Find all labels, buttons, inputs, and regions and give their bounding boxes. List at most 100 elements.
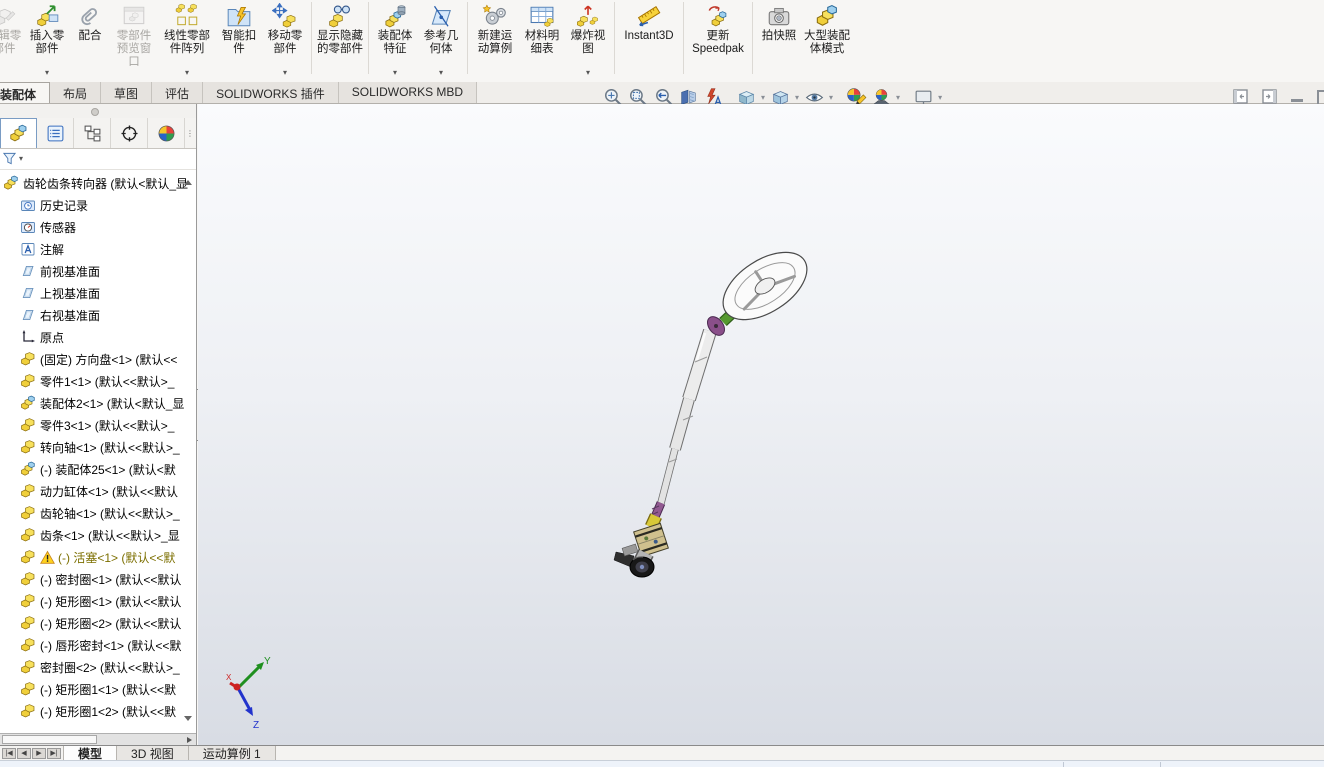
linear-pattern-icon	[174, 3, 200, 29]
tree-item-component[interactable]: (-) 矩形圈<1> (默认<<默认	[0, 590, 196, 612]
graphics-viewport[interactable]: Y Z X	[198, 104, 1324, 745]
part-icon	[20, 549, 36, 565]
nav-last-icon[interactable]: ▶|	[47, 748, 61, 759]
ribbon-button-take-snapshot[interactable]: 拍快照	[756, 0, 802, 78]
ribbon-button-large-assembly-mode[interactable]: 大型装配体模式	[802, 0, 852, 78]
tree-item-component[interactable]: (-) 矩形圈1<1> (默认<<默	[0, 678, 196, 700]
tree-horizontal-scrollbar[interactable]	[0, 733, 196, 745]
tree-item-component[interactable]: 转向轴<1> (默认<<默认>_	[0, 436, 196, 458]
dropdown-arrow-icon[interactable]: ▾	[938, 93, 942, 102]
tree-item-top-plane[interactable]: 上视基准面	[0, 282, 196, 304]
tree-item-component[interactable]: 齿条<1> (默认<<默认>_显	[0, 524, 196, 546]
ribbon-button-show-hidden-components[interactable]: 显示隐藏的零部件	[315, 0, 365, 78]
restore-icon[interactable]	[1317, 90, 1324, 104]
exploded-view-icon	[575, 3, 601, 29]
nav-first-icon[interactable]: |◀	[2, 748, 16, 759]
tab-model[interactable]: 模型	[63, 746, 117, 760]
grip-dot-icon	[91, 108, 99, 116]
plane-icon	[20, 307, 36, 323]
ribbon-button-smart-fasteners[interactable]: 智能扣件	[216, 0, 262, 78]
tab-featuremanager-tree[interactable]	[0, 118, 37, 148]
tree-item-component[interactable]: 齿轮轴<1> (默认<<默认>_	[0, 502, 196, 524]
tree-scroll-down-icon[interactable]	[184, 716, 192, 721]
ribbon-button-exploded-view[interactable]: 爆炸视图	[565, 0, 611, 78]
tab-dimxpertmanager[interactable]	[111, 118, 148, 148]
minimize-icon[interactable]	[1291, 99, 1303, 102]
flyout-arrow-icon[interactable]	[185, 69, 189, 77]
ribbon-button-insert-component[interactable]: 插入零部件	[24, 0, 70, 78]
filter-funnel-icon[interactable]	[2, 151, 17, 166]
ribbon-button-linear-component-pattern[interactable]: 线性零部件阵列	[158, 0, 216, 78]
scrollbar-thumb[interactable]	[2, 735, 97, 744]
tree-scroll-up-icon[interactable]	[184, 180, 192, 185]
tab-solidworks-addins[interactable]: SOLIDWORKS 插件	[203, 82, 339, 103]
panel-grip[interactable]	[0, 104, 196, 119]
triad-z-label: Z	[253, 720, 259, 730]
configurationmanager-icon	[83, 124, 102, 143]
bottom-tab-bar: |◀ ◀ ▶ ▶| 模型 3D 视图 运动算例 1	[0, 745, 1324, 760]
dropdown-arrow-icon[interactable]: ▾	[896, 93, 900, 102]
flyout-arrow-icon[interactable]	[45, 69, 49, 77]
tab-motion-study-1[interactable]: 运动算例 1	[189, 746, 276, 760]
tree-item-component[interactable]: (-) 唇形密封<1> (默认<<默	[0, 634, 196, 656]
flyout-arrow-icon[interactable]	[283, 69, 287, 77]
ribbon-button-move-component[interactable]: 移动零部件	[262, 0, 308, 78]
manager-tab-overflow[interactable]: ⋮	[185, 118, 195, 148]
tree-item-component[interactable]: (-) 密封圈<1> (默认<<默认	[0, 568, 196, 590]
assembly-icon	[20, 395, 36, 411]
triad-x-label: X	[226, 673, 232, 682]
tree-item-component[interactable]: 零件1<1> (默认<<默认>_	[0, 370, 196, 392]
nav-next-icon[interactable]: ▶	[32, 748, 46, 759]
tree-item-component[interactable]: 动力缸体<1> (默认<<默认	[0, 480, 196, 502]
tree-item-component[interactable]: 零件3<1> (默认<<默认>_	[0, 414, 196, 436]
nav-prev-icon[interactable]: ◀	[17, 748, 31, 759]
flyout-arrow-icon[interactable]	[586, 69, 590, 77]
dropdown-arrow-icon[interactable]: ▾	[829, 93, 833, 102]
ribbon-button-bill-of-materials[interactable]: 材料明细表	[519, 0, 565, 78]
part-icon	[20, 483, 36, 499]
annotations-icon	[20, 241, 36, 257]
steering-assembly-model[interactable]	[198, 104, 1324, 745]
tree-item-component[interactable]: 密封圈<2> (默认<<默认>_	[0, 656, 196, 678]
ribbon-button-update-speedpak[interactable]: 更新Speedpak	[687, 0, 749, 78]
tree-item-subassembly[interactable]: (-) 装配体25<1> (默认<默	[0, 458, 196, 480]
ribbon-button-instant3d[interactable]: Instant3D	[618, 0, 680, 78]
tab-layout[interactable]: 布局	[50, 82, 101, 103]
tab-configurationmanager[interactable]	[74, 118, 111, 148]
tab-evaluate[interactable]: 评估	[152, 82, 203, 103]
tab-assembly[interactable]: 装配体	[0, 82, 50, 103]
tree-item-component[interactable]: (-) 矩形圈<2> (默认<<默认	[0, 612, 196, 634]
solidworks-window: 编辑零部件 插入零部件 配合 零部件预览窗口 线性零部件阵列 智能扣件 移动零部…	[0, 0, 1324, 767]
ribbon-button-mate[interactable]: 配合	[70, 0, 110, 78]
tree-item-subassembly[interactable]: 装配体2<1> (默认<默认_显	[0, 392, 196, 414]
tree-item-component[interactable]: (固定) 方向盘<1> (默认<<	[0, 348, 196, 370]
tab-sketch[interactable]: 草图	[101, 82, 152, 103]
scroll-right-icon[interactable]	[183, 735, 195, 744]
ribbon-button-assembly-features[interactable]: 装配体特征	[372, 0, 418, 78]
tree-item-sensors[interactable]: 传感器	[0, 216, 196, 238]
flyout-arrow-icon[interactable]	[439, 69, 443, 77]
tree-item-component[interactable]: (-) 矩形圈1<2> (默认<<默	[0, 700, 196, 722]
move-component-icon	[272, 3, 298, 29]
tab-solidworks-mbd[interactable]: SOLIDWORKS MBD	[339, 82, 477, 103]
filter-dropdown-arrow-icon[interactable]: ▾	[19, 154, 23, 163]
pane-toggle-right-icon[interactable]	[1262, 89, 1277, 104]
dropdown-arrow-icon[interactable]: ▾	[761, 93, 765, 102]
tree-item-component-warning[interactable]: (-) 活塞<1> (默认<<默	[0, 546, 196, 568]
tree-item-right-plane[interactable]: 右视基准面	[0, 304, 196, 326]
tree-item-annotations[interactable]: 注解	[0, 238, 196, 260]
tab-displaymanager[interactable]	[148, 118, 185, 148]
ribbon-button-new-motion-study[interactable]: 新建运动算例	[471, 0, 519, 78]
tree-item-origin[interactable]: 原点	[0, 326, 196, 348]
pane-toggle-left-icon[interactable]	[1233, 89, 1248, 104]
flyout-arrow-icon[interactable]	[393, 69, 397, 77]
tab-3d-views[interactable]: 3D 视图	[117, 746, 189, 760]
tab-propertymanager[interactable]	[37, 118, 74, 148]
tree-item-history[interactable]: 历史记录	[0, 194, 196, 216]
tree-item-root[interactable]: 齿轮齿条转向器 (默认<默认_显	[0, 172, 196, 194]
dropdown-arrow-icon[interactable]: ▾	[795, 93, 799, 102]
ribbon-button-reference-geometry[interactable]: 参考几何体	[418, 0, 464, 78]
tree-item-front-plane[interactable]: 前视基准面	[0, 260, 196, 282]
window-controls	[1233, 88, 1324, 104]
assembly-features-icon	[382, 3, 408, 29]
